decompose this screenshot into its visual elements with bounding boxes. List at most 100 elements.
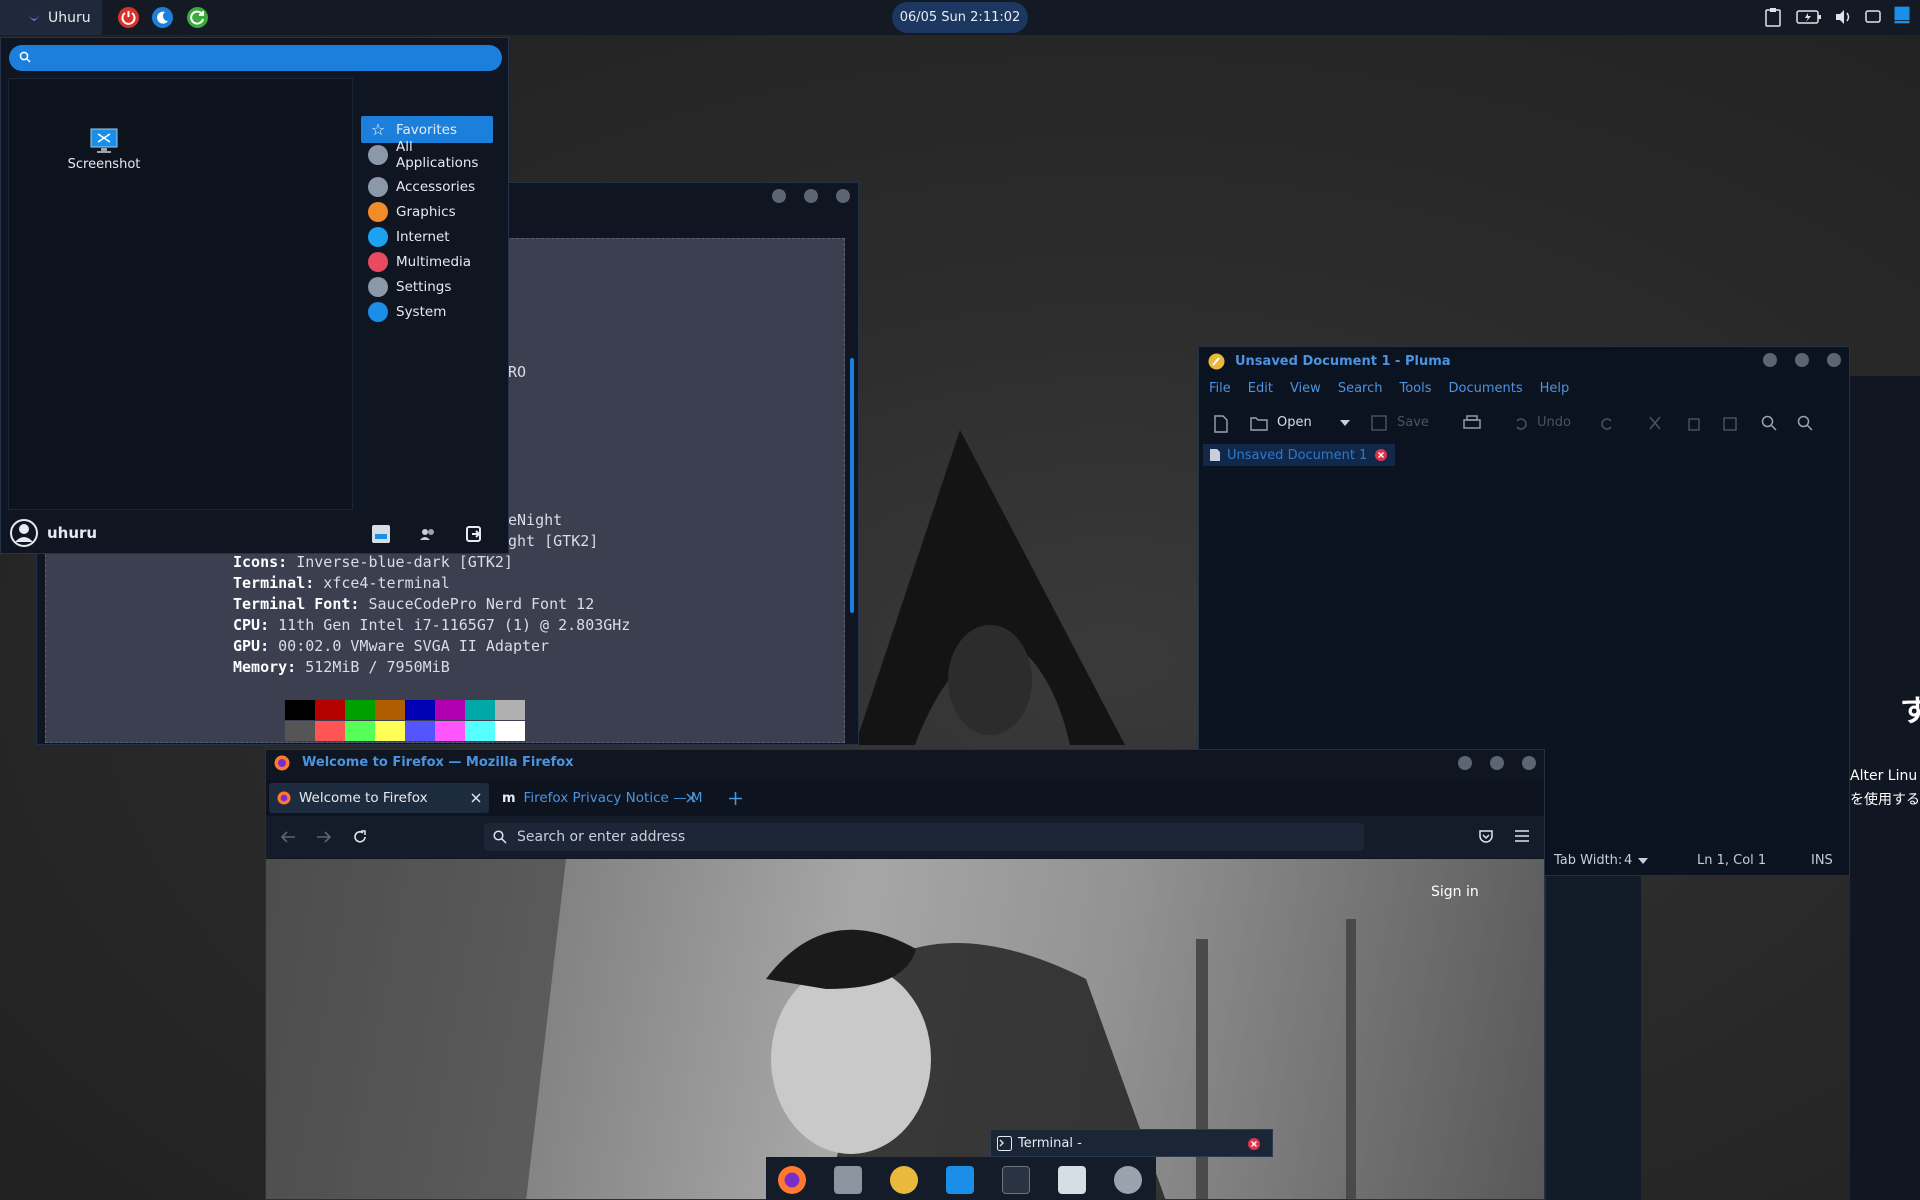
restart-icon[interactable]: [187, 7, 208, 28]
menu-item-help[interactable]: Help: [1540, 381, 1570, 396]
minimize-button[interactable]: [1763, 353, 1777, 367]
category-accessories[interactable]: Accessories: [361, 173, 493, 200]
minimize-button[interactable]: [772, 189, 786, 203]
document-tab[interactable]: Unsaved Document 1: [1203, 444, 1396, 466]
menu-item-file[interactable]: File: [1209, 381, 1231, 396]
chevron-down-icon[interactable]: [1638, 858, 1648, 864]
close-tab-icon[interactable]: [1375, 449, 1388, 461]
show-desktop-icon[interactable]: [1892, 5, 1912, 25]
dock: [766, 1157, 1156, 1200]
page-content[interactable]: Sign in: [266, 859, 1544, 1199]
screenshot-launcher-icon[interactable]: [946, 1166, 974, 1194]
menu-item-view[interactable]: View: [1290, 381, 1321, 396]
category-graphics[interactable]: Graphics: [361, 198, 493, 225]
color-swatch: [345, 700, 375, 720]
settings-manager-icon[interactable]: [371, 524, 391, 544]
address-bar[interactable]: Search or enter address: [484, 823, 1364, 851]
search-replace-icon[interactable]: [1797, 415, 1813, 431]
copy-icon[interactable]: [1685, 415, 1701, 431]
tab-privacy-notice[interactable]: m Firefox Privacy Notice — M: [496, 783, 706, 813]
category-internet[interactable]: Internet: [361, 223, 493, 250]
reload-icon[interactable]: [352, 829, 368, 845]
logout-icon[interactable]: [464, 524, 484, 544]
category-settings[interactable]: Settings: [361, 273, 493, 300]
close-button[interactable]: [1522, 756, 1536, 770]
terminal-launcher-icon[interactable]: [1002, 1166, 1030, 1194]
open-button[interactable]: Open: [1277, 415, 1312, 430]
close-tab-icon[interactable]: [686, 793, 696, 803]
cut-icon[interactable]: [1647, 415, 1663, 431]
tab-width-value[interactable]: 4: [1624, 853, 1632, 868]
search-icon[interactable]: [1761, 415, 1777, 431]
category-label: All Applications: [396, 138, 479, 171]
pocket-icon[interactable]: [1478, 829, 1494, 844]
file-manager-launcher-icon[interactable]: [834, 1166, 862, 1194]
menu-search-bar[interactable]: [9, 45, 502, 71]
redo-icon[interactable]: [1599, 415, 1615, 431]
text-editor-launcher-icon[interactable]: [890, 1166, 918, 1194]
undo-button[interactable]: Undo: [1537, 415, 1571, 430]
taskbar-terminal-item[interactable]: Terminal -: [990, 1129, 1273, 1157]
menu-item-tools[interactable]: Tools: [1399, 381, 1431, 396]
user-name: uhuru: [47, 524, 98, 542]
minimize-button[interactable]: [1458, 756, 1472, 770]
app-screenshot[interactable]: Screenshot: [59, 127, 149, 172]
notification-icon[interactable]: [1864, 7, 1882, 27]
download-launcher-icon[interactable]: [1114, 1166, 1142, 1194]
close-tab-icon[interactable]: [471, 793, 481, 803]
category-multimedia[interactable]: Multimedia: [361, 248, 493, 275]
close-button[interactable]: [1827, 353, 1841, 367]
hero-photo: [266, 859, 1544, 1199]
switch-user-icon[interactable]: [418, 524, 438, 544]
color-swatch: [285, 700, 315, 720]
forward-arrow-icon[interactable]: [316, 830, 332, 844]
open-folder-icon[interactable]: [1250, 415, 1268, 431]
power-icon[interactable]: [118, 7, 139, 28]
save-icon[interactable]: [1371, 415, 1387, 431]
applications-menu-button[interactable]: Uhuru: [0, 0, 102, 35]
chevron-down-icon[interactable]: [1339, 419, 1351, 427]
sleep-icon[interactable]: [152, 7, 173, 28]
undo-icon[interactable]: [1513, 415, 1529, 431]
maximize-button[interactable]: [1490, 756, 1504, 770]
firefox-window[interactable]: Welcome to Firefox — Mozilla Firefox Wel…: [265, 749, 1545, 1200]
menu-item-edit[interactable]: Edit: [1248, 381, 1273, 396]
category-label: Favorites: [396, 121, 457, 138]
maximize-button[interactable]: [804, 189, 818, 203]
terminal-line: Terminal Font: SauceCodePro Nerd Font 12: [233, 595, 595, 613]
category-system[interactable]: System: [361, 298, 493, 325]
color-swatch: [405, 721, 435, 741]
back-arrow-icon[interactable]: [280, 830, 296, 844]
tab-width-label[interactable]: Tab Width:: [1554, 853, 1622, 868]
hamburger-menu-icon[interactable]: [1515, 830, 1529, 842]
new-document-icon[interactable]: [1213, 415, 1229, 433]
taskbar-label: Terminal -: [1018, 1135, 1082, 1151]
close-icon[interactable]: [1248, 1138, 1260, 1150]
category-label: Multimedia: [396, 253, 472, 270]
category-label: Internet: [396, 228, 450, 245]
sign-in-link[interactable]: Sign in: [1431, 884, 1479, 900]
save-button[interactable]: Save: [1397, 415, 1429, 430]
firefox-launcher-icon[interactable]: [778, 1166, 806, 1194]
tab-welcome[interactable]: Welcome to Firefox: [269, 783, 489, 813]
close-button[interactable]: [836, 189, 850, 203]
terminal-scrollbar[interactable]: [850, 358, 854, 613]
new-tab-icon[interactable]: [729, 792, 742, 805]
menu-user[interactable]: uhuru: [9, 518, 97, 548]
clipboard-icon[interactable]: [1764, 7, 1782, 27]
settings-launcher-icon[interactable]: [1058, 1166, 1086, 1194]
print-icon[interactable]: [1463, 415, 1481, 431]
paste-icon[interactable]: [1722, 415, 1738, 431]
partial-window[interactable]: す Alter Linu を使用する: [1850, 376, 1920, 1200]
menu-item-documents[interactable]: Documents: [1449, 381, 1523, 396]
menu-search-input[interactable]: [35, 48, 495, 68]
maximize-button[interactable]: [1795, 353, 1809, 367]
tab-label: Unsaved Document 1: [1227, 447, 1368, 463]
menu-item-search[interactable]: Search: [1338, 381, 1383, 396]
clock[interactable]: 06/05 Sun 2:11:02: [892, 2, 1028, 33]
category-all-applications[interactable]: All Applications: [361, 138, 493, 171]
pluma-side-panel: [1546, 876, 1641, 1200]
settings-icon: [368, 276, 388, 297]
volume-icon[interactable]: [1834, 7, 1854, 27]
battery-icon[interactable]: [1796, 7, 1822, 27]
